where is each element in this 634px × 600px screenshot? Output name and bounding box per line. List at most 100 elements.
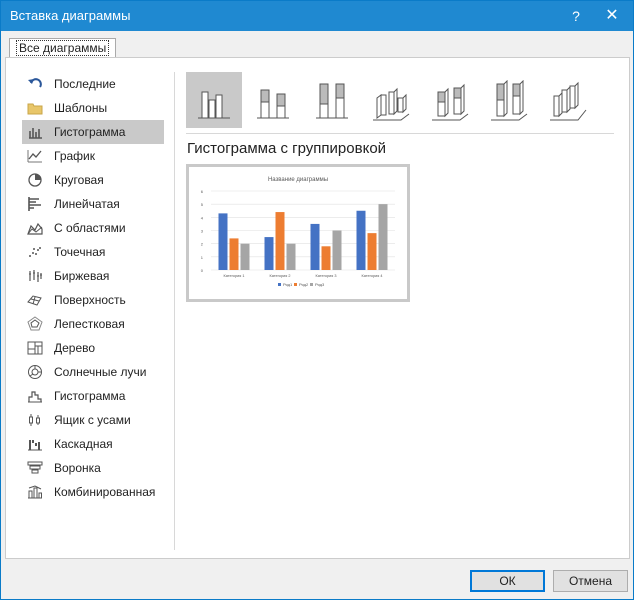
chart-preview: Название диаграммы 0 1 2 3 4 5 6 Категория 1 Кате… — [186, 164, 410, 302]
y-tick-label: 1 — [201, 255, 204, 260]
tab-all-charts[interactable]: Все диаграммы — [9, 38, 117, 58]
y-tick-label: 2 — [201, 242, 204, 247]
content-panel: Последние Шаблоны Гистограмма График Кругова… — [5, 57, 630, 559]
sidebar-item-label: Ящик с усами — [54, 413, 131, 427]
sidebar-item[interactable]: С областями — [22, 216, 164, 240]
chart-subtype[interactable] — [481, 72, 537, 128]
undo-arrow-icon — [28, 78, 42, 88]
bar-2-4 — [367, 233, 377, 270]
3d-stacked-column-icon — [432, 83, 469, 121]
bar-3-2 — [286, 243, 296, 270]
bar-2-1 — [229, 238, 239, 270]
3d-stacked-100-column-icon — [491, 80, 528, 121]
combo-chart-icon — [28, 485, 42, 499]
bar-1-3 — [310, 223, 320, 270]
chart-subtype[interactable] — [245, 72, 301, 128]
sidebar-item[interactable]: Биржевая — [22, 264, 164, 288]
chart-subtype[interactable] — [186, 72, 242, 128]
x-tick-label: Категория 1 — [224, 274, 245, 278]
sidebar-item[interactable]: Ящик с усами — [22, 408, 164, 432]
stacked-100-column-icon — [316, 83, 348, 119]
subtype-title: Гистограмма с группировкой — [187, 140, 387, 157]
radar-chart-icon — [27, 316, 43, 331]
chart-title: Название диаграммы — [268, 177, 328, 183]
bar-2-2 — [275, 212, 285, 270]
sidebar-item-label: С областями — [54, 221, 126, 235]
horizontal-divider — [186, 133, 614, 134]
y-tick-label: 4 — [201, 215, 204, 220]
sidebar-item[interactable]: Солнечные лучи — [22, 360, 164, 384]
3d-column-icon — [550, 81, 587, 121]
column-chart-icon — [29, 128, 42, 139]
title-bar: Вставка диаграммы ? ✕ — [1, 1, 633, 31]
y-tick-label: 6 — [201, 189, 204, 194]
bar-3-4 — [378, 204, 388, 270]
sidebar-item[interactable]: Поверхность — [22, 288, 164, 312]
bar-chart-icon — [28, 197, 41, 211]
box-whisker-chart-icon — [29, 414, 40, 426]
waterfall-chart-icon — [28, 440, 42, 451]
y-tick-label: 5 — [201, 202, 204, 207]
sidebar-item[interactable]: Каскадная — [22, 432, 164, 456]
sidebar-item-label: Биржевая — [54, 269, 110, 283]
dialog-title: Вставка диаграммы — [10, 8, 131, 23]
sidebar-item-label: Линейчатая — [54, 197, 120, 211]
sidebar-item-label: Солнечные лучи — [54, 365, 147, 379]
area-chart-icon — [27, 222, 43, 235]
sidebar-item-label: Точечная — [54, 245, 106, 259]
ok-button[interactable]: ОК — [470, 570, 545, 592]
sidebar-item-label: Гистограмма — [54, 125, 126, 139]
legend-swatch — [310, 283, 313, 286]
sidebar-item-label: Последние — [54, 77, 116, 91]
x-tick-label: Категория 4 — [362, 274, 383, 278]
sidebar-item-label: Лепестковая — [54, 317, 125, 331]
bar-1-1 — [218, 213, 228, 270]
sidebar-item[interactable]: Гистограмма — [22, 120, 164, 144]
sidebar-item-label: Каскадная — [54, 437, 113, 451]
preview-chart-svg: Название диаграммы 0 1 2 3 4 5 6 Категория 1 Кате… — [201, 177, 395, 287]
x-tick-label: Категория 2 — [270, 274, 291, 278]
sidebar-item[interactable]: Лепестковая — [22, 312, 164, 336]
legend-label: Ряд3 — [315, 282, 325, 287]
legend-label: Ряд2 — [299, 282, 309, 287]
sidebar-item-label: Дерево — [54, 341, 96, 355]
y-tick-label: 3 — [201, 229, 204, 234]
sidebar-item[interactable]: Дерево — [22, 336, 164, 360]
chart-subtype[interactable] — [422, 72, 478, 128]
sidebar-item-label: Воронка — [54, 461, 101, 475]
sidebar-item[interactable]: Линейчатая — [22, 192, 164, 216]
surface-chart-icon — [27, 295, 42, 306]
help-icon[interactable]: ? — [559, 1, 593, 31]
tab-label: Все диаграммы — [16, 40, 110, 56]
legend-swatch — [278, 283, 281, 286]
cancel-button[interactable]: Отмена — [553, 570, 628, 592]
bar-3-3 — [332, 230, 342, 270]
scatter-chart-icon — [29, 247, 41, 257]
sidebar-item[interactable]: Последние — [22, 72, 164, 96]
histogram-chart-icon — [28, 391, 42, 403]
sidebar-item[interactable]: Комбинированная — [22, 480, 164, 504]
sidebar-item-label: Гистограмма — [54, 389, 126, 403]
close-icon[interactable]: ✕ — [595, 1, 629, 31]
chart-subtype[interactable] — [363, 72, 419, 128]
chart-type-list: Последние Шаблоны Гистограмма График Кругова… — [22, 72, 164, 504]
sidebar-item[interactable]: График — [22, 144, 164, 168]
sidebar-item-label: Круговая — [54, 173, 104, 187]
sidebar-item[interactable]: Шаблоны — [22, 96, 164, 120]
bar-3-1 — [240, 243, 250, 270]
clustered-column-icon — [198, 91, 230, 119]
pie-chart-icon — [28, 173, 42, 187]
sidebar-item[interactable]: Воронка — [22, 456, 164, 480]
sidebar-item[interactable]: Круговая — [22, 168, 164, 192]
3d-clustered-column-icon — [373, 87, 410, 121]
chart-subtype[interactable] — [304, 72, 360, 128]
sidebar-item[interactable]: Гистограмма — [22, 384, 164, 408]
funnel-chart-icon — [27, 461, 43, 474]
stacked-column-icon — [257, 89, 289, 119]
chart-subtype[interactable] — [540, 72, 596, 128]
bar-2-3 — [321, 246, 331, 270]
folder-icon — [27, 103, 43, 115]
x-tick-label: Категория 3 — [316, 274, 337, 278]
sidebar-item[interactable]: Точечная — [22, 240, 164, 264]
sidebar-item-label: График — [54, 149, 95, 163]
